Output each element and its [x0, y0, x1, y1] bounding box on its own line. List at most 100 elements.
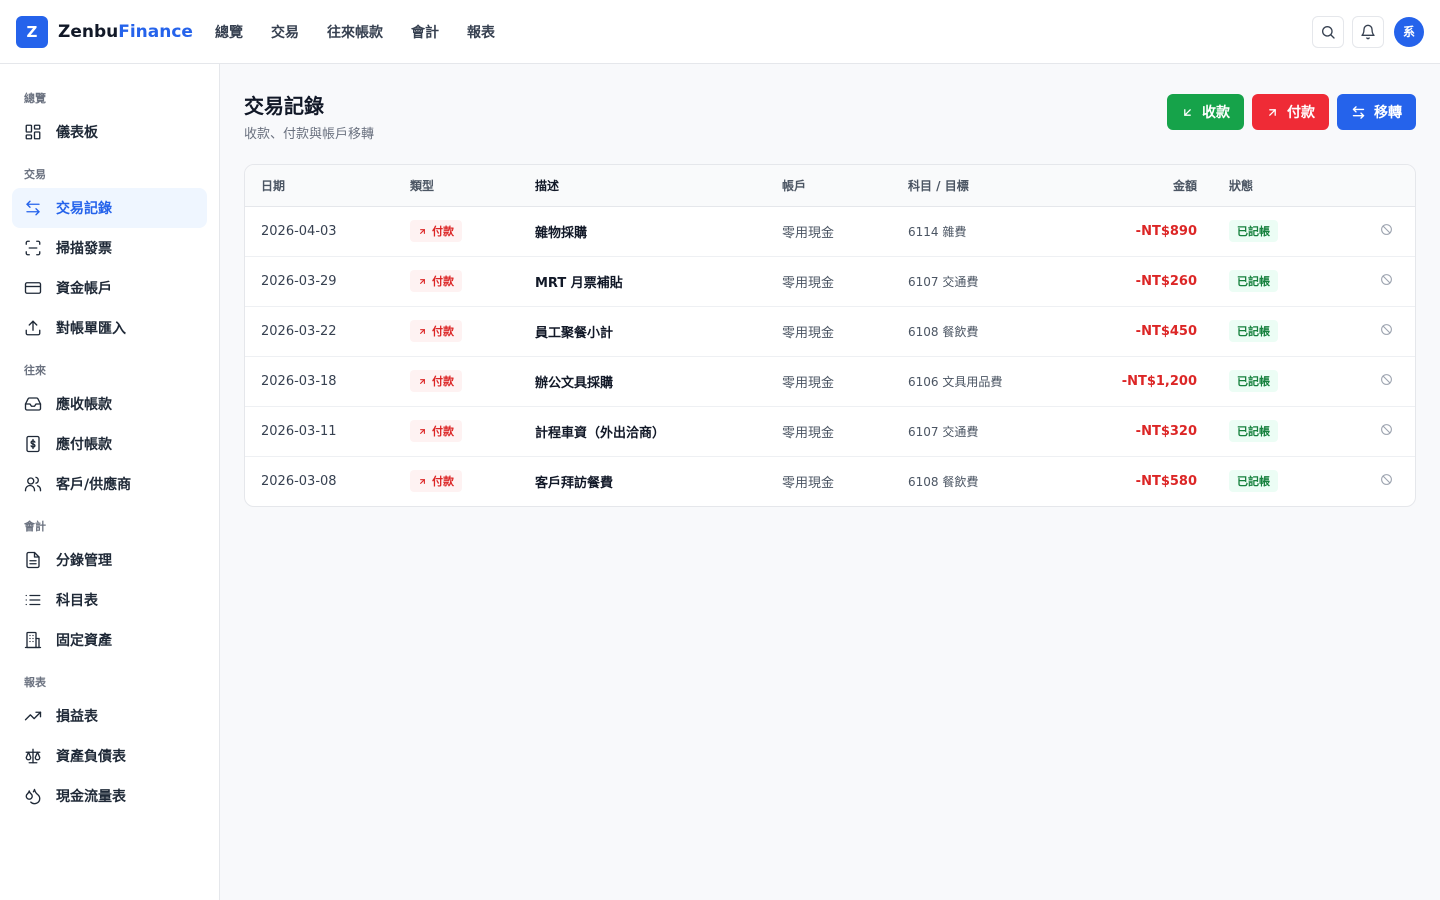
sidebar-item-label: 應收帳款: [56, 397, 112, 413]
row-status: 已記帳: [1197, 456, 1337, 506]
top-nav: 總覽 交易 往來帳款 會計 報表: [215, 22, 509, 42]
table-header-row: 日期 類型 描述 帳戶 科目 / 目標 金額 狀態: [245, 165, 1415, 207]
row-status: 已記帳: [1197, 356, 1337, 407]
type-badge: 付款: [410, 370, 462, 392]
void-icon[interactable]: [1380, 323, 1393, 336]
sidebar-item-balance-sheet[interactable]: 資產負債表: [12, 736, 207, 776]
droplets-icon: [25, 788, 41, 805]
table-row[interactable]: 2026-03-29 付款 MRT 月票補貼 零用現金 6107 交通費 -NT…: [245, 256, 1415, 307]
search-button[interactable]: [1312, 15, 1344, 48]
user-avatar[interactable]: 系: [1394, 16, 1424, 47]
row-description: 員工聚餐小計: [535, 306, 782, 357]
void-icon[interactable]: [1380, 273, 1393, 286]
arrow-up-right-icon: [420, 478, 425, 484]
col-status[interactable]: 狀態: [1197, 165, 1337, 207]
row-type: 付款: [410, 356, 535, 407]
transfer-icon: [26, 200, 40, 216]
row-amount: -NT$580: [1135, 473, 1197, 489]
type-badge: 付款: [410, 220, 462, 242]
void-icon[interactable]: [1380, 423, 1393, 436]
topnav-accounting[interactable]: 會計: [397, 22, 453, 42]
row-account: 零用現金: [782, 306, 908, 357]
col-amount[interactable]: 金額: [1068, 165, 1197, 207]
row-amount: -NT$260: [1068, 256, 1197, 307]
brand[interactable]: Z ZenbuFinance: [16, 15, 215, 48]
status-badge: 已記帳: [1229, 470, 1278, 493]
sidebar-item-statement-import[interactable]: 對帳單匯入: [12, 308, 207, 348]
row-category: 6108 餐飲費: [908, 306, 1068, 357]
col-description[interactable]: 描述: [535, 165, 782, 207]
inbox-icon: [24, 397, 42, 411]
sidebar-item-label: 應付帳款: [56, 437, 112, 453]
row-account: 零用現金: [782, 406, 908, 457]
building-icon: [24, 631, 42, 649]
arrow-up-right-icon: [420, 228, 425, 234]
sidebar-item-dashboard[interactable]: 儀表板: [12, 112, 207, 152]
topnav-overview[interactable]: 總覽: [215, 22, 257, 42]
col-actions: [1337, 165, 1415, 207]
status-badge: 已記帳: [1229, 320, 1278, 342]
pay-button[interactable]: 付款: [1252, 94, 1329, 130]
row-category: 6106 文具用品費: [908, 356, 1068, 407]
sidebar-section-transactions: 交易: [24, 168, 46, 181]
transfer-button[interactable]: 移轉: [1337, 94, 1416, 130]
search-icon: [1322, 25, 1335, 39]
topnav-transactions[interactable]: 交易: [257, 22, 313, 42]
sidebar-section-accounting: 會計: [24, 520, 46, 533]
status-badge: 已記帳: [1229, 420, 1278, 442]
col-type[interactable]: 類型: [410, 165, 535, 207]
topnav-reports[interactable]: 報表: [453, 22, 509, 42]
void-icon[interactable]: [1380, 373, 1393, 386]
row-description: 計程車資（外出洽商）: [535, 406, 782, 457]
transfer-icon: [1352, 105, 1365, 119]
sidebar-item-label: 分錄管理: [56, 553, 112, 569]
page-header: 交易記錄 收款、付款與帳戶移轉 收款 付款 移轉: [244, 64, 1416, 142]
sidebar-item-receivables[interactable]: 應收帳款: [12, 384, 207, 424]
table-row[interactable]: 2026-03-22 付款 員工聚餐小計 零用現金 6108 餐飲費 -NT$4…: [245, 306, 1415, 357]
sidebar-section-dealings: 往來: [24, 364, 46, 377]
arrow-down-left-icon: [1184, 108, 1191, 116]
row-actions: [1337, 406, 1415, 457]
table-row[interactable]: 2026-04-03 付款 雜物採購 零用現金 6114 雜費 -NT$890 …: [245, 206, 1415, 257]
status-badge: 已記帳: [1229, 220, 1278, 242]
row-date: 2026-04-03: [245, 206, 410, 257]
table-row[interactable]: 2026-03-18 付款 辦公文具採購 零用現金 6106 文具用品費 -NT…: [245, 356, 1415, 407]
receive-button[interactable]: 收款: [1167, 94, 1244, 130]
row-actions: [1337, 206, 1415, 257]
sidebar-item-label: 資金帳戶: [56, 281, 112, 297]
sidebar-item-cash-flow[interactable]: 現金流量表: [12, 776, 207, 816]
col-date[interactable]: 日期: [245, 165, 410, 207]
sidebar-item-transactions[interactable]: 交易記錄: [12, 188, 207, 228]
sidebar-item-journal[interactable]: 分錄管理: [12, 540, 207, 580]
sidebar-item-customers-suppliers[interactable]: 客戶/供應商: [12, 464, 207, 504]
sidebar-item-scan-invoice[interactable]: 掃描發票: [12, 228, 207, 268]
status-badge: 已記帳: [1229, 370, 1278, 392]
void-icon[interactable]: [1380, 223, 1393, 236]
col-account[interactable]: 帳戶: [782, 165, 908, 207]
type-badge: 付款: [410, 270, 462, 292]
sidebar-item-fund-accounts[interactable]: 資金帳戶: [12, 268, 207, 308]
topnav-receivables-payables[interactable]: 往來帳款: [313, 22, 397, 42]
table-row[interactable]: 2026-03-11 付款 計程車資（外出洽商） 零用現金 6107 交通費 -…: [245, 406, 1415, 457]
row-type: 付款: [410, 456, 535, 506]
void-icon[interactable]: [1380, 473, 1393, 486]
row-status: 已記帳: [1197, 206, 1337, 257]
sidebar-item-label: 客戶/供應商: [56, 477, 132, 493]
row-date: 2026-03-18: [245, 356, 410, 407]
row-account: 零用現金: [782, 206, 908, 257]
transactions-table: 日期 類型 描述 帳戶 科目 / 目標 金額 狀態 2026-04-03 付款 …: [244, 164, 1416, 507]
sidebar-item-income-statement[interactable]: 損益表: [12, 696, 207, 736]
sidebar-section-reports: 報表: [24, 676, 46, 689]
sidebar: 總覽 儀表板 交易 交易記錄 掃描發票 資金帳戶 對帳單匯入 往來 應收帳款 應…: [0, 64, 220, 900]
row-category: 6114 雜費: [908, 206, 1068, 257]
col-category[interactable]: 科目 / 目標: [908, 165, 1068, 207]
sidebar-item-fixed-assets[interactable]: 固定資產: [12, 620, 207, 660]
sidebar-item-payables[interactable]: 應付帳款: [12, 424, 207, 464]
notifications-button[interactable]: [1352, 15, 1384, 48]
sidebar-item-chart-of-accounts[interactable]: 科目表: [12, 580, 207, 620]
row-type: 付款: [410, 206, 535, 257]
row-description: MRT 月票補貼: [535, 256, 782, 307]
row-description: 辦公文具採購: [535, 356, 782, 407]
table-row[interactable]: 2026-03-08 付款 客戶拜訪餐費 零用現金 6108 餐飲費 -NT$5…: [245, 456, 1415, 506]
row-date: 2026-03-08: [261, 473, 337, 489]
